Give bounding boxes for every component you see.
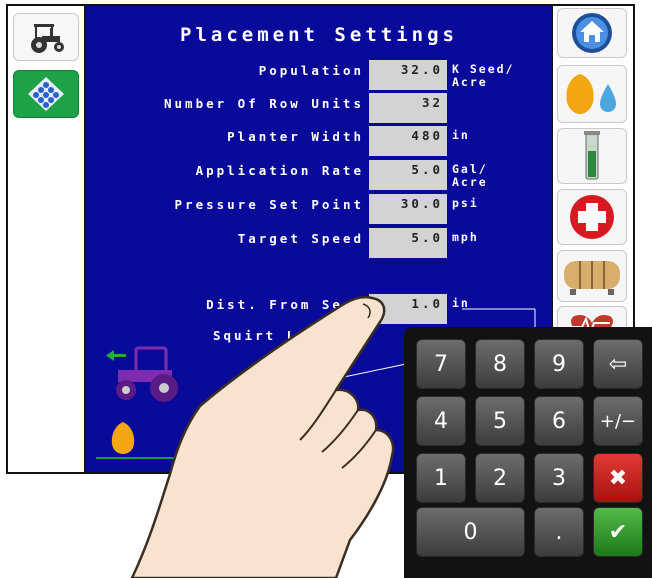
- decimal-key[interactable]: .: [534, 507, 584, 557]
- flow-meter-button[interactable]: [557, 128, 627, 184]
- tank-button[interactable]: [557, 250, 627, 302]
- key-7[interactable]: 7: [416, 339, 466, 389]
- numeric-keypad: 7 8 9 ⇦ 4 5 6 +/− 1 2 3 ✖ 0 . ✔: [404, 327, 652, 578]
- key-3[interactable]: 3: [534, 453, 584, 503]
- flow-tube-icon: [584, 131, 600, 180]
- home-button[interactable]: [557, 8, 627, 58]
- left-toolbar: [8, 6, 84, 472]
- plus-minus-key[interactable]: +/−: [593, 396, 643, 446]
- diagnostics-button[interactable]: [557, 189, 627, 245]
- backspace-key[interactable]: ⇦: [593, 339, 643, 389]
- key-6[interactable]: 6: [534, 396, 584, 446]
- key-2[interactable]: 2: [475, 453, 525, 503]
- planter-tractor-icon: [106, 346, 178, 402]
- checkmark-icon: ✔: [608, 519, 628, 545]
- accept-key[interactable]: ✔: [593, 507, 643, 557]
- key-8[interactable]: 8: [475, 339, 525, 389]
- seed-icon: [305, 420, 329, 452]
- backspace-icon: ⇦: [608, 351, 628, 377]
- tank-icon: [564, 261, 620, 295]
- seed-fertilizer-icon: [566, 74, 616, 114]
- first-aid-icon: [570, 195, 614, 239]
- key-4[interactable]: 4: [416, 396, 466, 446]
- key-0[interactable]: 0: [416, 507, 525, 557]
- home-icon: [572, 13, 612, 53]
- key-9[interactable]: 9: [534, 339, 584, 389]
- seed-icon: [111, 422, 135, 454]
- key-5[interactable]: 5: [475, 396, 525, 446]
- tractor-button[interactable]: [13, 13, 79, 61]
- settings-icon: [28, 77, 64, 111]
- seed-fertilizer-button[interactable]: [557, 65, 627, 123]
- key-1[interactable]: 1: [416, 453, 466, 503]
- tractor-icon: [31, 24, 64, 53]
- placement-settings-button[interactable]: [13, 70, 79, 118]
- cancel-key[interactable]: ✖: [593, 453, 643, 503]
- close-icon: ✖: [608, 465, 628, 491]
